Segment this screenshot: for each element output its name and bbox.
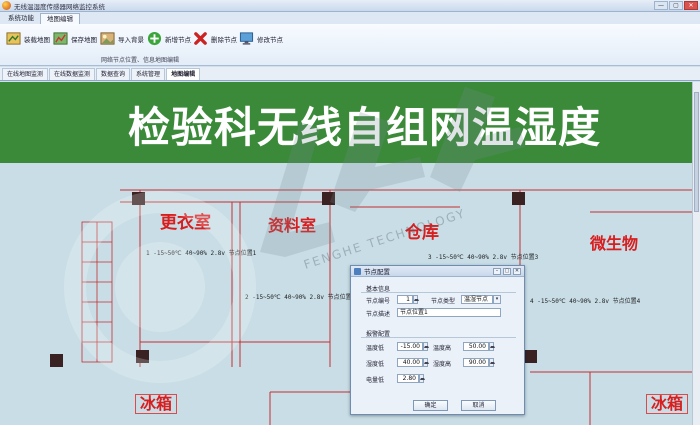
load-map-label: 装载地图 xyxy=(24,35,50,44)
tab-online-map-monitor[interactable]: 在线地图监测 xyxy=(2,68,49,80)
node-desc-field[interactable]: 节点位置1 xyxy=(397,308,501,317)
divider xyxy=(361,292,516,293)
temp-low-field[interactable]: -15.00 xyxy=(397,342,423,351)
map-canvas[interactable]: 检验科无线自组网温湿度 更衣室 资料室 仓库 微生物 1 -15~50℃ 40~… xyxy=(0,82,692,425)
temp-low-spinner[interactable] xyxy=(423,342,429,351)
ok-button[interactable]: 确定 xyxy=(413,400,448,411)
edit-node-label: 修改节点 xyxy=(257,35,283,44)
monitor-icon xyxy=(239,32,254,45)
battery-low-field[interactable]: 2.80 xyxy=(397,374,419,383)
plus-icon xyxy=(147,31,162,46)
temp-high-spinner[interactable] xyxy=(489,342,495,351)
node-number-label: 节点编号 xyxy=(366,298,391,305)
node-marker[interactable] xyxy=(132,192,145,205)
ribbon-group-label: 网络节点位置、信息地图编辑 xyxy=(100,57,179,64)
node-type-select[interactable]: 温湿节点 xyxy=(461,295,493,304)
humidity-low-spinner[interactable] xyxy=(423,358,429,367)
cancel-button[interactable]: 取消 xyxy=(461,400,496,411)
dialog-close-button[interactable]: ✕ xyxy=(513,267,521,275)
minimize-button[interactable]: — xyxy=(654,1,668,10)
humidity-low-field[interactable]: 40.00 xyxy=(397,358,423,367)
load-map-button[interactable]: 装载地图 xyxy=(6,31,50,46)
chevron-down-icon[interactable]: ▾ xyxy=(493,295,501,304)
fridge-left: 冰箱 xyxy=(135,394,178,414)
save-map-icon xyxy=(53,32,68,45)
vertical-scrollbar[interactable] xyxy=(692,82,700,425)
node-label-3[interactable]: 3 -15~50℃ 40~90% 2.8v 节点位置3 xyxy=(428,252,538,261)
import-image-icon xyxy=(100,32,115,45)
dialog-minimize-button[interactable]: – xyxy=(493,267,501,275)
node-label-4[interactable]: 4 -15~50℃ 40~90% 2.8v 节点位置4 xyxy=(530,296,640,305)
edit-node-button[interactable]: 修改节点 xyxy=(239,31,283,46)
app-logo-icon xyxy=(2,1,11,10)
save-map-label: 保存地图 xyxy=(71,35,97,44)
tab-map-edit[interactable]: 地图编辑 xyxy=(40,13,80,24)
tab-map-edit-module[interactable]: 地图编辑 xyxy=(166,68,201,80)
tab-system-management[interactable]: 系统管理 xyxy=(131,68,166,80)
dialog-icon xyxy=(354,267,361,275)
ribbon-toolbar: 装载地图 保存地图 导入背景 新增节点 删除节点 修改节点 网络节点位置、信息地… xyxy=(0,24,700,66)
room-archive: 资料室 xyxy=(268,216,317,235)
node-desc-label: 节点描述 xyxy=(366,311,391,318)
close-button[interactable]: ✕ xyxy=(684,1,698,10)
node-label-2[interactable]: 2 -15~50℃ 40~90% 2.8v 节点位置2 xyxy=(245,292,355,301)
delete-x-icon xyxy=(194,32,207,45)
save-map-button[interactable]: 保存地图 xyxy=(53,31,97,46)
import-background-label: 导入背景 xyxy=(118,35,144,44)
node-number-spinner[interactable] xyxy=(413,295,419,304)
battery-low-label: 电量低 xyxy=(366,377,385,384)
tab-system-functions[interactable]: 系统功能 xyxy=(2,13,40,24)
room-microbiology: 微生物 xyxy=(590,234,639,253)
tab-data-query[interactable]: 数据查询 xyxy=(96,68,131,80)
module-tabs: 在线地图监测 在线数据监测 数据查询 系统管理 地图编辑 xyxy=(0,67,700,81)
delete-node-label: 删除节点 xyxy=(211,35,237,44)
ribbon-tabs: 系统功能 地图编辑 xyxy=(0,12,700,24)
node-marker[interactable] xyxy=(322,192,335,205)
humidity-high-field[interactable]: 90.00 xyxy=(463,358,489,367)
humidity-low-label: 湿度低 xyxy=(366,361,385,368)
tab-online-data-monitor[interactable]: 在线数据监测 xyxy=(49,68,96,80)
room-changing-room: 更衣室 xyxy=(160,213,211,233)
dialog-title-bar: 节点配置 – ▢ ✕ xyxy=(351,266,524,277)
dialog-window-controls: – ▢ ✕ xyxy=(493,267,521,275)
delete-node-button[interactable]: 删除节点 xyxy=(193,31,237,46)
temp-low-label: 温度低 xyxy=(366,345,385,352)
title-bar: 无线温湿度传感器网络监控系统 — ▢ ✕ xyxy=(0,0,700,12)
temp-high-label: 温度高 xyxy=(433,345,452,352)
node-marker[interactable] xyxy=(524,350,537,363)
node-marker[interactable] xyxy=(50,354,63,367)
node-label-1[interactable]: 1 -15~50℃ 40~90% 2.8v 节点位置1 xyxy=(146,248,256,257)
humidity-high-spinner[interactable] xyxy=(489,358,495,367)
window-title: 无线温湿度传感器网络监控系统 xyxy=(14,2,105,11)
import-background-button[interactable]: 导入背景 xyxy=(100,31,144,46)
node-config-dialog: 节点配置 – ▢ ✕ 基本信息 节点编号 1 节点类型 温湿节点 ▾ 节点描述 … xyxy=(350,265,525,415)
node-type-label: 节点类型 xyxy=(431,298,456,305)
window-controls: — ▢ ✕ xyxy=(654,1,698,10)
fridge-right: 冰箱 xyxy=(646,394,689,414)
node-marker[interactable] xyxy=(136,350,149,363)
add-node-button[interactable]: 新增节点 xyxy=(147,31,191,46)
dialog-title: 节点配置 xyxy=(364,268,390,276)
scroll-thumb[interactable] xyxy=(694,92,699,212)
temp-high-field[interactable]: 50.00 xyxy=(463,342,489,351)
load-map-icon xyxy=(6,32,21,45)
add-node-label: 新增节点 xyxy=(165,35,191,44)
dialog-maximize-button[interactable]: ▢ xyxy=(503,267,511,275)
humidity-high-label: 湿度高 xyxy=(433,361,452,368)
divider xyxy=(361,337,516,338)
node-number-field[interactable]: 1 xyxy=(397,295,413,304)
node-marker[interactable] xyxy=(512,192,525,205)
maximize-button[interactable]: ▢ xyxy=(669,1,683,10)
battery-low-spinner[interactable] xyxy=(419,374,425,383)
